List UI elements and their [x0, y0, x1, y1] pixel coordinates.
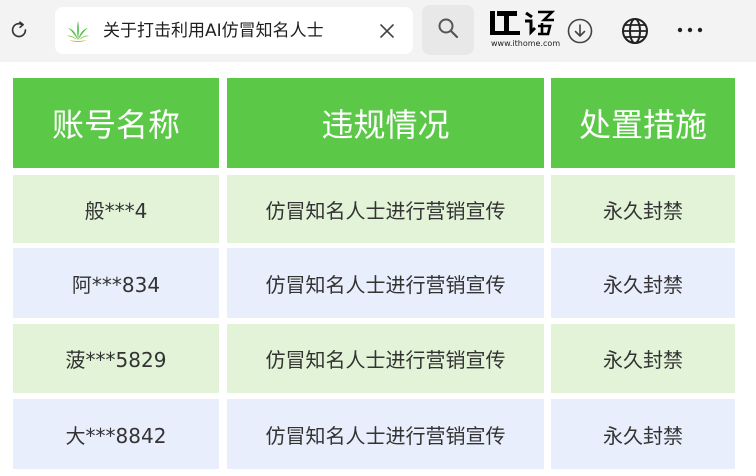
table-cell-account: 大***8842: [13, 399, 219, 469]
site-favicon-icon: [65, 18, 91, 44]
browser-tab[interactable]: 关于打击利用AI仿冒知名人士: [55, 7, 413, 54]
globe-icon[interactable]: [620, 16, 650, 46]
search-button[interactable]: [422, 5, 474, 55]
header-account: 账号名称: [13, 78, 219, 168]
table-cell-violation: 仿冒知名人士进行营销宣传: [227, 324, 544, 393]
ithome-logo[interactable]: www.ithome.com: [488, 8, 560, 52]
table-cell-action: 永久封禁: [551, 175, 735, 243]
header-action: 处置措施: [551, 78, 735, 168]
page-content: 账号名称 违规情况 处置措施 般***4 仿冒知名人士进行营销宣传 永久封禁 阿…: [0, 62, 756, 476]
browser-toolbar: 关于打击利用AI仿冒知名人士 www.ithome.com: [0, 0, 756, 62]
table-cell-account: 菠***5829: [13, 324, 219, 393]
search-icon: [437, 17, 459, 43]
table-cell-action: 永久封禁: [551, 248, 735, 318]
table-cell-action: 永久封禁: [551, 324, 735, 393]
table-cell-violation: 仿冒知名人士进行营销宣传: [227, 175, 544, 243]
table-cell-account: 阿***834: [13, 248, 219, 318]
reload-icon[interactable]: [6, 17, 32, 43]
table-cell-account: 般***4: [13, 175, 219, 243]
header-violation: 违规情况: [227, 78, 544, 168]
close-icon[interactable]: [375, 19, 399, 43]
table-cell-violation: 仿冒知名人士进行营销宣传: [227, 248, 544, 318]
tab-title: 关于打击利用AI仿冒知名人士: [103, 21, 324, 41]
table-cell-violation: 仿冒知名人士进行营销宣传: [227, 399, 544, 469]
download-icon[interactable]: [566, 17, 594, 45]
more-icon[interactable]: [672, 18, 708, 42]
logo-url: www.ithome.com: [491, 39, 561, 48]
table-cell-action: 永久封禁: [551, 399, 735, 469]
